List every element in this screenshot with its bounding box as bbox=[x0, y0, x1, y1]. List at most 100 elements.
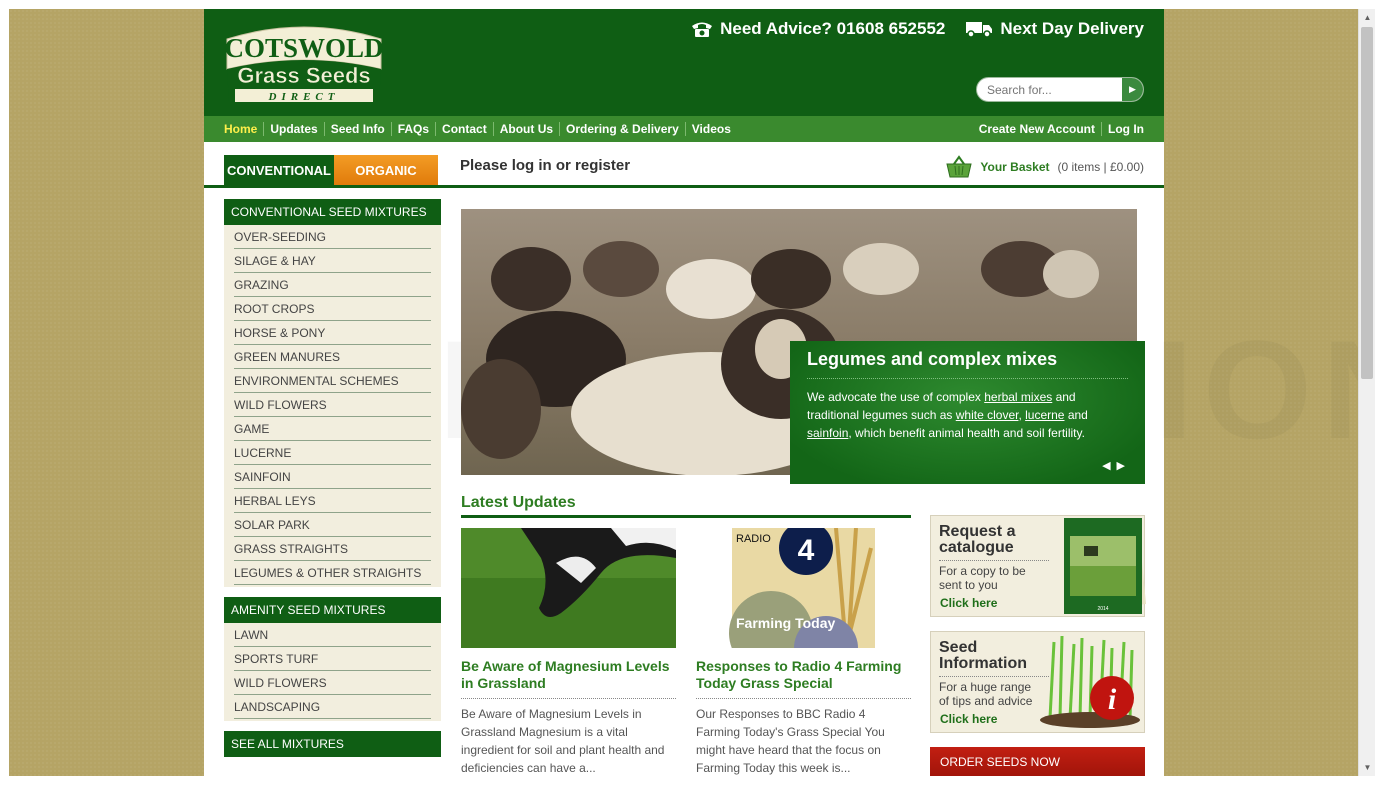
amenity-mixtures-heading[interactable]: AMENITY SEED MIXTURES bbox=[224, 597, 441, 623]
catalogue-image: 2014 bbox=[1064, 518, 1146, 614]
svg-text:i: i bbox=[1108, 683, 1117, 716]
nav-videos[interactable]: Videos bbox=[684, 122, 737, 136]
lucerne-link[interactable]: lucerne bbox=[1025, 408, 1064, 422]
phone-icon bbox=[692, 22, 713, 37]
nav-contact[interactable]: Contact bbox=[435, 122, 493, 136]
search-button[interactable]: ▶ bbox=[1122, 78, 1143, 101]
category-sidebar: CONVENTIONAL SEED MIXTURES OVER-SEEDING … bbox=[224, 199, 441, 757]
latest-updates-heading: Latest Updates bbox=[461, 494, 911, 518]
sidebar-item-landscaping[interactable]: LANDSCAPING bbox=[234, 695, 431, 719]
site-logo[interactable]: COTSWOLD Grass Seeds DIRECT bbox=[221, 21, 387, 105]
seed-info-sub: For a huge range of tips and advice bbox=[939, 680, 1033, 708]
nav-seed-info[interactable]: Seed Info bbox=[323, 122, 391, 136]
scrollbar-thumb[interactable] bbox=[1361, 27, 1373, 379]
slide-title: Legumes and complex mixes bbox=[807, 349, 1128, 379]
basket-label: Your Basket bbox=[980, 160, 1050, 174]
seed-info-cta[interactable]: Click here bbox=[940, 712, 997, 726]
basket-summary[interactable]: Your Basket (0 items | £0.00) bbox=[946, 155, 1144, 179]
sidebar-item-game[interactable]: GAME bbox=[234, 417, 431, 441]
advice-line[interactable]: Need Advice? 01608 652552 bbox=[691, 19, 945, 39]
herbal-mixes-link[interactable]: herbal mixes bbox=[984, 390, 1052, 404]
scroll-up-icon[interactable]: ▲ bbox=[1359, 9, 1376, 26]
conventional-mixtures-list: OVER-SEEDING SILAGE & HAY GRAZING ROOT C… bbox=[224, 225, 441, 587]
sidebar-item-root-crops[interactable]: ROOT CROPS bbox=[234, 297, 431, 321]
main-nav: Home Updates Seed Info FAQs Contact Abou… bbox=[204, 116, 1164, 142]
article-title[interactable]: Be Aware of Magnesium Levels in Grasslan… bbox=[461, 658, 676, 699]
tab-organic[interactable]: ORGANIC bbox=[334, 155, 438, 186]
sidebar-item-over-seeding[interactable]: OVER-SEEDING bbox=[234, 225, 431, 249]
login-link[interactable]: Log In bbox=[1101, 122, 1150, 136]
search-input[interactable] bbox=[977, 78, 1123, 101]
create-account-link[interactable]: Create New Account bbox=[973, 122, 1101, 136]
conventional-mixtures-heading[interactable]: CONVENTIONAL SEED MIXTURES bbox=[224, 199, 441, 225]
sidebar-item-solar-park[interactable]: SOLAR PARK bbox=[234, 513, 431, 537]
sidebar-item-green-manures[interactable]: GREEN MANURES bbox=[234, 345, 431, 369]
sidebar-item-legumes-other-straights[interactable]: LEGUMES & OTHER STRAIGHTS bbox=[234, 561, 431, 585]
account-nav: Create New Account Log In bbox=[973, 122, 1164, 136]
slide-caption: Legumes and complex mixes We advocate th… bbox=[790, 341, 1145, 484]
catalogue-cta[interactable]: Click here bbox=[940, 596, 997, 610]
sidebar-item-grazing[interactable]: GRAZING bbox=[234, 273, 431, 297]
truck-icon bbox=[966, 22, 993, 38]
order-seeds-button[interactable]: ORDER SEEDS NOW bbox=[930, 747, 1145, 776]
article-title[interactable]: Responses to Radio 4 Farming Today Grass… bbox=[696, 658, 911, 699]
article-excerpt: Be Aware of Magnesium Levels in Grasslan… bbox=[461, 707, 665, 775]
search-box: ▶ bbox=[976, 77, 1144, 102]
login-prompt[interactable]: Please log in or register bbox=[460, 157, 630, 174]
see-all-mixtures-link[interactable]: SEE ALL MIXTURES bbox=[224, 731, 441, 757]
amenity-mixtures-list: LAWN SPORTS TURF WILD FLOWERS LANDSCAPIN… bbox=[224, 623, 441, 721]
seed-info-promo[interactable]: Seed Information For a huge range of tip… bbox=[930, 631, 1145, 733]
catalogue-sub: For a copy to be sent to you bbox=[939, 564, 1026, 592]
article-excerpt: Our Responses to BBC Radio 4 Farming Tod… bbox=[696, 707, 885, 775]
nav-home[interactable]: Home bbox=[204, 122, 263, 136]
white-clover-link[interactable]: white clover bbox=[956, 408, 1019, 422]
nav-ordering-delivery[interactable]: Ordering & Delivery bbox=[559, 122, 685, 136]
article-card: 4 RADIO Farming Today Responses to Radio… bbox=[696, 528, 911, 776]
scroll-down-icon[interactable]: ▼ bbox=[1359, 759, 1376, 776]
delivery-text: Next Day Delivery bbox=[1000, 19, 1144, 38]
logo-text-mid: Grass Seeds bbox=[237, 63, 370, 88]
radio4-photo: 4 RADIO Farming Today bbox=[729, 528, 875, 648]
catalogue-promo[interactable]: Request a catalogue For a copy to be sen… bbox=[930, 515, 1146, 617]
slide-arrows: ◀▶ bbox=[1102, 459, 1131, 472]
header-contact-line: Need Advice? 01608 652552 Next Day Deliv… bbox=[691, 19, 1144, 39]
site-header: COTSWOLD Grass Seeds DIRECT Need Advice?… bbox=[204, 9, 1164, 116]
slide-text: We advocate the use of complex herbal mi… bbox=[807, 390, 1088, 440]
chevron-right-icon[interactable]: ▶ bbox=[1117, 460, 1131, 472]
sidebar-item-sainfoin[interactable]: SAINFOIN bbox=[234, 465, 431, 489]
sidebar-item-herbal-leys[interactable]: HERBAL LEYS bbox=[234, 489, 431, 513]
sainfoin-link[interactable]: sainfoin bbox=[807, 426, 848, 440]
sidebar-item-environmental-schemes[interactable]: ENVIRONMENTAL SCHEMES bbox=[234, 369, 431, 393]
sidebar-item-grass-straights[interactable]: GRASS STRAIGHTS bbox=[234, 537, 431, 561]
logo-text-top: COTSWOLD bbox=[224, 33, 383, 63]
sidebar-item-silage-hay[interactable]: SILAGE & HAY bbox=[234, 249, 431, 273]
chevron-left-icon[interactable]: ◀ bbox=[1102, 460, 1116, 472]
sidebar-item-lawn[interactable]: LAWN bbox=[234, 623, 431, 647]
nav-updates[interactable]: Updates bbox=[263, 122, 323, 136]
chevron-right-icon: ▶ bbox=[1129, 84, 1136, 94]
article-card: Be Aware of Magnesium Levels in Grasslan… bbox=[461, 528, 676, 776]
sidebar-item-lucerne[interactable]: LUCERNE bbox=[234, 441, 431, 465]
catalogue-title: Request a catalogue bbox=[939, 524, 1049, 561]
radio-number: 4 bbox=[798, 534, 815, 567]
article-image[interactable]: 4 RADIO Farming Today bbox=[696, 528, 911, 648]
sidebar-item-sports-turf[interactable]: SPORTS TURF bbox=[234, 647, 431, 671]
sidebar-item-wild-flowers[interactable]: WILD FLOWERS bbox=[234, 393, 431, 417]
nav-about-us[interactable]: About Us bbox=[492, 122, 559, 136]
page-background: COTSWOLD Grass Seeds DIRECT Need Advice?… bbox=[9, 9, 1358, 776]
delivery-line[interactable]: Next Day Delivery bbox=[965, 19, 1144, 39]
divider bbox=[204, 185, 1164, 188]
sidebar-item-horse-pony[interactable]: HORSE & PONY bbox=[234, 321, 431, 345]
tab-conventional[interactable]: CONVENTIONAL bbox=[224, 155, 334, 186]
article-image[interactable] bbox=[461, 528, 676, 648]
vertical-scrollbar[interactable]: ▲ ▼ bbox=[1358, 9, 1375, 776]
advice-text: Need Advice? 01608 652552 bbox=[720, 19, 946, 38]
radio-label: RADIO bbox=[736, 533, 771, 545]
sidebar-item-amenity-wild-flowers[interactable]: WILD FLOWERS bbox=[234, 671, 431, 695]
basket-value: (0 items | £0.00) bbox=[1057, 160, 1144, 174]
nav-faqs[interactable]: FAQs bbox=[390, 122, 435, 136]
grass-info-image: i bbox=[1040, 635, 1140, 728]
catalogue-year: 2014 bbox=[1097, 606, 1108, 612]
logo-text-bottom: DIRECT bbox=[268, 91, 340, 103]
basket-icon bbox=[946, 155, 973, 178]
